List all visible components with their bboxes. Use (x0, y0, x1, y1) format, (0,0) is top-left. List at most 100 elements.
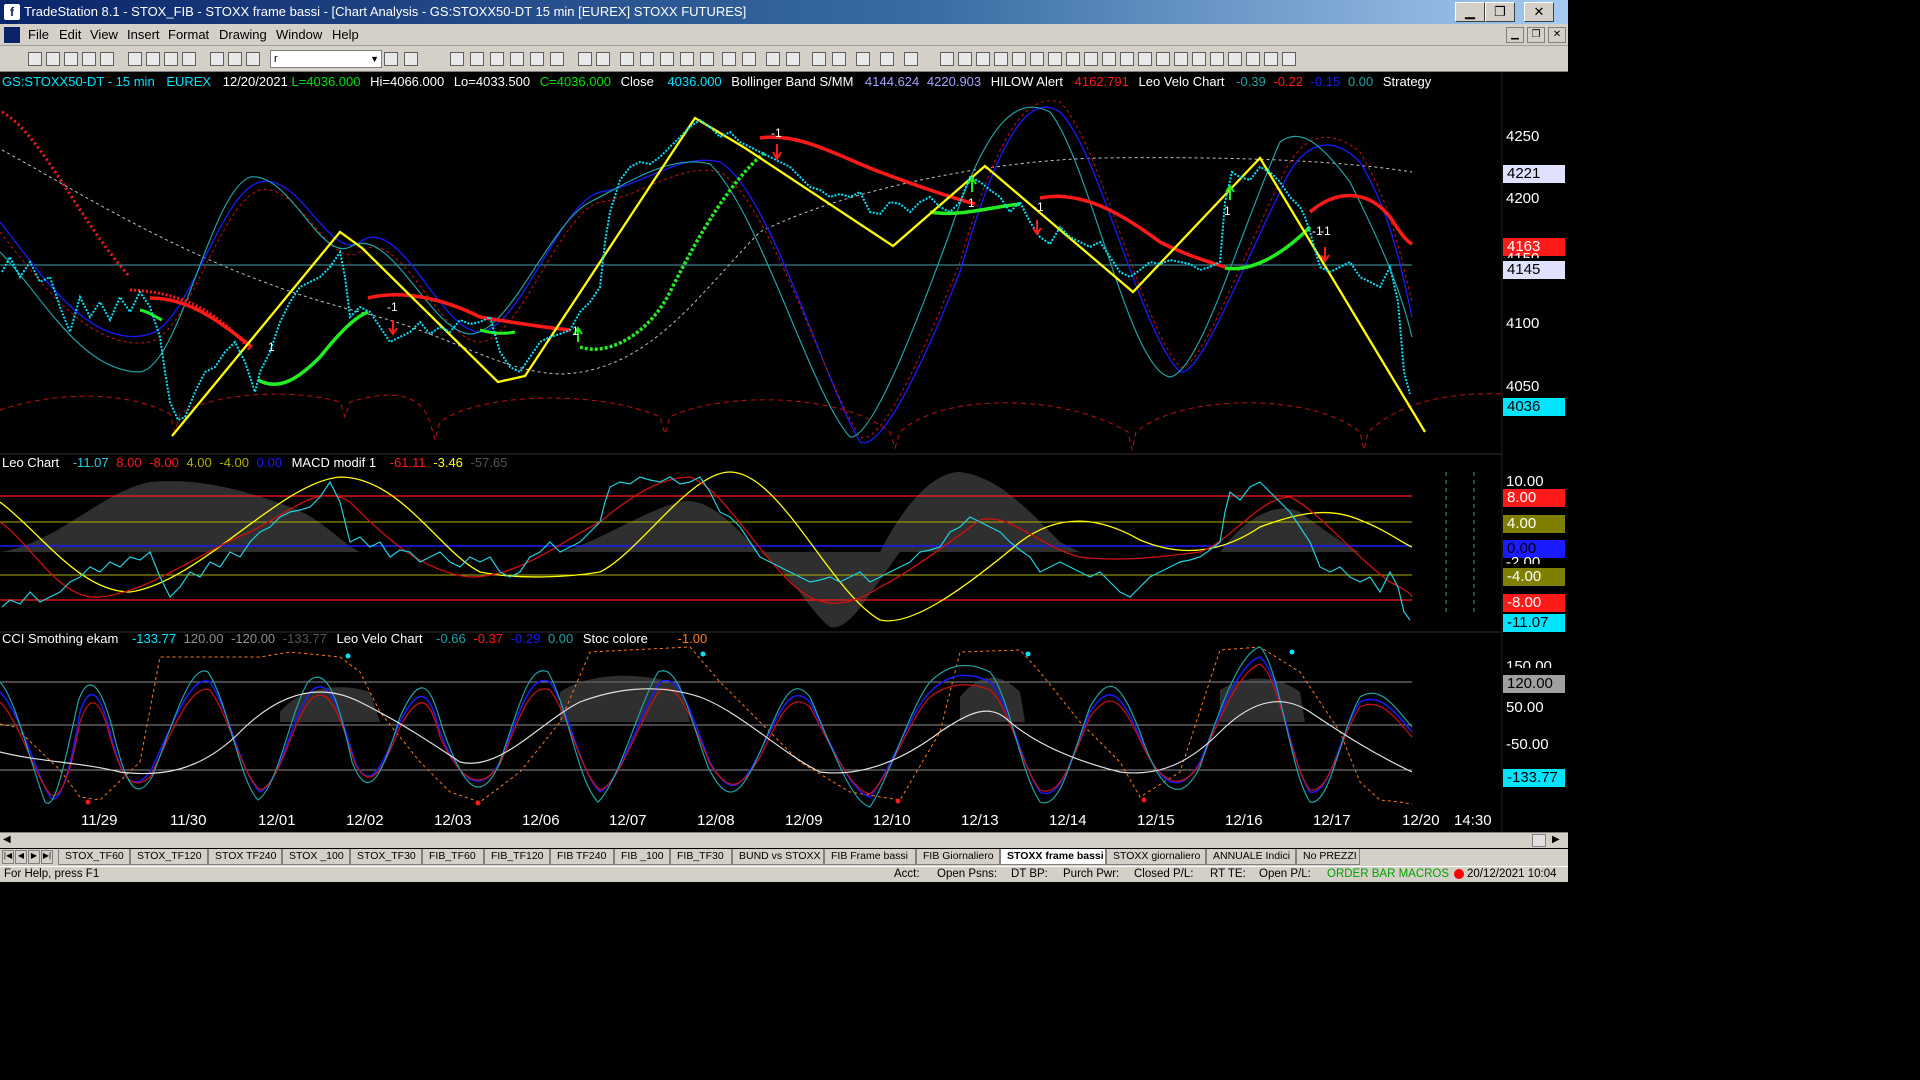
text-tool-icon[interactable] (880, 52, 894, 66)
tab-fib-tf30[interactable]: FIB_TF30 (670, 849, 732, 865)
tab-fib-tf60[interactable]: FIB_TF60 (422, 849, 484, 865)
tool-icon[interactable] (210, 52, 224, 66)
tab-annuale-indici[interactable]: ANNUALE Indici (1206, 849, 1296, 865)
fan-icon[interactable] (1138, 52, 1152, 66)
tab-fib-tf240[interactable]: FIB TF240 (550, 849, 614, 865)
new-icon[interactable] (28, 52, 42, 66)
mdi-restore-button[interactable]: ❐ (1527, 27, 1545, 43)
status-order-bar-macros[interactable]: ORDER BAR MACROS (1327, 868, 1449, 880)
andrews-icon[interactable] (1048, 52, 1062, 66)
tab-stox-tf240[interactable]: STOX TF240 (208, 849, 282, 865)
order-icon[interactable] (550, 52, 564, 66)
tab-stox-100[interactable]: STOX _100 (282, 849, 350, 865)
menu-file[interactable]: File (28, 27, 49, 42)
copy-icon[interactable] (164, 52, 178, 66)
pointer-icon[interactable] (812, 52, 826, 66)
insert-analysis-icon[interactable] (578, 52, 592, 66)
trendline-icon[interactable] (940, 52, 954, 66)
globe-icon[interactable] (246, 52, 260, 66)
tab-fib-frame-bassi[interactable]: FIB Frame bassi (824, 849, 916, 865)
arrow-tool-icon[interactable] (1120, 52, 1134, 66)
scroll-right-arrow-icon[interactable]: ▶ (1552, 834, 1560, 845)
menu-window[interactable]: Window (276, 27, 322, 42)
rectangle-icon[interactable] (1264, 52, 1278, 66)
network-icon[interactable] (228, 52, 242, 66)
tab-stox-tf30[interactable]: STOX_TF30 (350, 849, 422, 865)
speed-lines-icon[interactable] (1066, 52, 1080, 66)
folder-icon[interactable] (100, 52, 114, 66)
chart-canvas[interactable] (0, 72, 1568, 832)
menu-drawing[interactable]: Drawing (219, 27, 267, 42)
tab-fib-100[interactable]: FIB _100 (614, 849, 670, 865)
scanner-icon[interactable] (510, 52, 524, 66)
scroll-left-arrow-icon[interactable]: ◀ (3, 834, 11, 845)
data-tips-icon[interactable] (832, 52, 846, 66)
ellipse-icon[interactable] (1246, 52, 1260, 66)
bar-chart-icon[interactable] (450, 52, 464, 66)
insert-strategy-icon[interactable] (596, 52, 610, 66)
tab-bund-vs-stoxx[interactable]: BUND vs STOXX (732, 849, 824, 865)
arc-icon[interactable] (1192, 52, 1206, 66)
symbol-lookup-icon[interactable] (404, 52, 418, 66)
tab-stoxx-frame-bassi[interactable]: STOXX frame bassi (1000, 849, 1106, 865)
tab-fib-giornaliero[interactable]: FIB Giornaliero (916, 849, 1000, 865)
scroll-right-icon[interactable] (742, 52, 756, 66)
tab-last-icon[interactable]: ▶| (41, 850, 53, 864)
fibonacci-icon[interactable] (994, 52, 1008, 66)
options-icon[interactable] (530, 52, 544, 66)
up-arrow-icon[interactable] (1228, 52, 1242, 66)
close-button[interactable]: ✕ (1524, 2, 1554, 22)
open-icon[interactable] (46, 52, 60, 66)
text-abc-icon[interactable] (1282, 52, 1296, 66)
go-arrow-icon[interactable] (384, 52, 398, 66)
cycle-icon[interactable] (1156, 52, 1170, 66)
open-workspace-icon[interactable] (64, 52, 78, 66)
paste-icon[interactable] (182, 52, 196, 66)
eraser-icon[interactable] (904, 52, 918, 66)
symbol-combo[interactable]: r ▼ (270, 50, 382, 68)
pencil-icon[interactable] (1174, 52, 1188, 66)
tab-first-icon[interactable]: |◀ (2, 850, 14, 864)
minimize-button[interactable]: ▁ (1455, 2, 1485, 22)
horizontal-line-icon[interactable] (976, 52, 990, 66)
tab-stox-tf120[interactable]: STOX_TF120 (130, 849, 208, 865)
gann-icon[interactable] (1030, 52, 1044, 66)
tab-stoxx-giornaliero[interactable]: STOXX giornaliero (1106, 849, 1206, 865)
chart-analysis-area[interactable]: GS:STOXX50-DT - 15 min EUREX 12/20/2021 … (0, 72, 1568, 832)
scroll-grip-icon[interactable] (1532, 834, 1546, 847)
radar-icon[interactable] (470, 52, 484, 66)
line-chart-icon[interactable] (640, 52, 654, 66)
chart-horizontal-scrollbar[interactable]: ◀ ▶ (0, 832, 1568, 848)
cut-icon[interactable] (146, 52, 160, 66)
tab-fib-tf120[interactable]: FIB_TF120 (484, 849, 550, 865)
drawing-tool-icon[interactable] (856, 52, 870, 66)
tab-next-icon[interactable]: ▶ (28, 850, 40, 864)
candle-icon[interactable] (620, 52, 634, 66)
menu-edit[interactable]: Edit (59, 27, 81, 42)
menu-format[interactable]: Format (168, 27, 209, 42)
chevron-down-icon[interactable]: ▼ (370, 51, 379, 67)
menu-view[interactable]: View (90, 27, 118, 42)
channel-icon[interactable] (1012, 52, 1026, 66)
tab-prev-icon[interactable]: ◀ (15, 850, 27, 864)
regression-icon[interactable] (1084, 52, 1098, 66)
tab-stox-tf60[interactable]: STOX_TF60 (58, 849, 130, 865)
dot-style-icon[interactable] (680, 52, 694, 66)
mdi-close-button[interactable]: ✕ (1548, 27, 1566, 43)
parallel-lines-icon[interactable] (958, 52, 972, 66)
maximize-button[interactable]: ❐ (1485, 2, 1515, 22)
histogram-icon[interactable] (700, 52, 714, 66)
menu-help[interactable]: Help (332, 27, 359, 42)
bar-style-icon[interactable] (660, 52, 674, 66)
tab-no-prezzi[interactable]: No PREZZI (1296, 849, 1360, 865)
zoom-out-icon[interactable] (786, 52, 800, 66)
matrix-icon[interactable] (490, 52, 504, 66)
zoom-in-icon[interactable] (766, 52, 780, 66)
print-icon[interactable] (128, 52, 142, 66)
chart-window-icon[interactable] (4, 27, 20, 43)
scroll-left-icon[interactable] (722, 52, 736, 66)
down-arrow-icon[interactable] (1210, 52, 1224, 66)
save-icon[interactable] (82, 52, 96, 66)
cross-icon[interactable] (1102, 52, 1116, 66)
menu-insert[interactable]: Insert (127, 27, 160, 42)
